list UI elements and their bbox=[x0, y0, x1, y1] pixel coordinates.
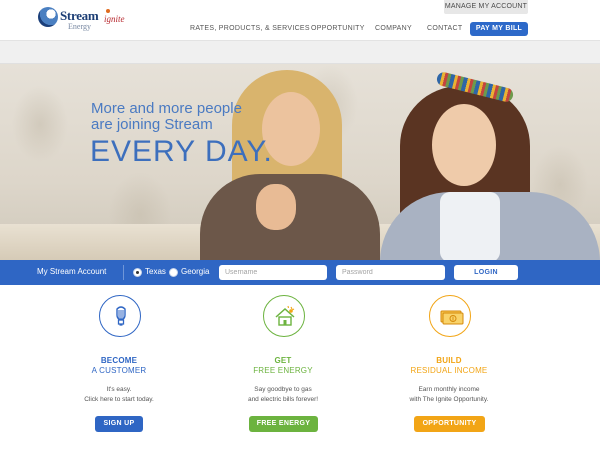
account-login-bar: My Stream Account Texas Georgia LOGIN bbox=[0, 260, 600, 285]
state-radio-texas[interactable] bbox=[133, 268, 142, 277]
feature-description: Earn monthly income with The Ignite Oppo… bbox=[379, 385, 519, 405]
hero-woman-right-face bbox=[432, 104, 496, 186]
login-button[interactable]: LOGIN bbox=[454, 265, 518, 280]
feature-desc-line2: and electric bills forever! bbox=[247, 396, 319, 403]
login-divider bbox=[123, 265, 124, 280]
money-icon[interactable] bbox=[429, 295, 471, 337]
password-input[interactable] bbox=[336, 265, 445, 280]
username-input[interactable] bbox=[219, 265, 327, 280]
sign-up-button[interactable]: SIGN UP bbox=[95, 416, 143, 432]
hero-woman-right-top bbox=[440, 192, 500, 260]
feature-title: GET bbox=[274, 356, 292, 365]
manage-my-account-link[interactable]: MANAGE MY ACCOUNT bbox=[444, 0, 528, 14]
feature-subtitle: A CUSTOMER bbox=[91, 366, 147, 375]
hero-tagline-line2: are joining Stream bbox=[91, 116, 213, 133]
login-bar-title: My Stream Account bbox=[37, 267, 107, 276]
feature-description: It's easy. Click here to start today. bbox=[49, 385, 189, 405]
nav-company[interactable]: COMPANY bbox=[375, 25, 412, 32]
feature-desc-line2: with The Ignite Opportunity. bbox=[409, 396, 489, 403]
state-label-texas: Texas bbox=[145, 267, 166, 276]
pay-my-bill-button[interactable]: PAY MY BILL bbox=[470, 22, 528, 36]
feature-subtitle: FREE ENERGY bbox=[253, 366, 313, 375]
site-header: Stream Energy ignite MANAGE MY ACCOUNT R… bbox=[0, 0, 600, 40]
feature-desc-line1: It's easy. bbox=[106, 386, 132, 393]
hero-banner: More and more people are joining Stream … bbox=[0, 64, 600, 260]
feature-description: Say goodbye to gas and electric bills fo… bbox=[213, 385, 353, 405]
nav-rates-products-services[interactable]: RATES, PRODUCTS, & SERVICES bbox=[190, 25, 310, 32]
lightbulb-icon[interactable] bbox=[99, 295, 141, 337]
ignite-flame-icon bbox=[106, 9, 110, 13]
feature-desc-line2: Click here to start today. bbox=[84, 396, 154, 403]
nav-contact[interactable]: CONTACT bbox=[427, 25, 462, 32]
feature-desc-line1: Say goodbye to gas bbox=[254, 386, 312, 393]
state-label-georgia: Georgia bbox=[181, 267, 210, 276]
feature-desc-line1: Earn monthly income bbox=[418, 386, 480, 393]
feature-subtitle: RESIDUAL INCOME bbox=[410, 366, 488, 375]
free-energy-button[interactable]: FREE ENERGY bbox=[249, 416, 318, 432]
feature-title: BUILD bbox=[436, 356, 462, 365]
feature-title: BECOME bbox=[100, 356, 138, 365]
opportunity-button[interactable]: OPPORTUNITY bbox=[414, 416, 485, 432]
nav-opportunity[interactable]: OPPORTUNITY bbox=[311, 25, 365, 32]
hero-tagline-line1: More and more people bbox=[91, 100, 242, 117]
house-icon[interactable] bbox=[263, 295, 305, 337]
hero-tagline-headline: EVERY DAY. bbox=[90, 135, 273, 168]
state-radio-georgia[interactable] bbox=[169, 268, 178, 277]
hero-woman-left-hand bbox=[256, 184, 296, 230]
header-divider-strip bbox=[0, 40, 600, 64]
